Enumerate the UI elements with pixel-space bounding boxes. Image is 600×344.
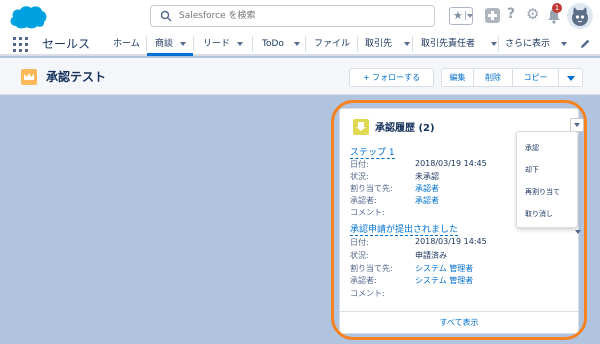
notification-badge: 1: [552, 3, 562, 13]
record-header: 承認テスト + フォローする 編集 削除 コピー: [0, 58, 600, 95]
nav-item-label: ToDo: [262, 39, 284, 49]
nav-item-label: さらに表示: [505, 39, 551, 49]
field-value: 申請済み: [415, 251, 447, 260]
more-actions-button[interactable]: [559, 68, 583, 87]
field-label: 割り当て先:: [350, 184, 393, 193]
approver-link[interactable]: システム 管理者: [415, 275, 473, 286]
nav-item-label: リード: [203, 39, 231, 49]
card-title: 承認履歴 (2): [375, 123, 435, 134]
field-label: コメント:: [350, 289, 385, 298]
global-header: ★ ? ⚙ 1: [0, 0, 600, 32]
follow-button[interactable]: + フォローする: [349, 68, 434, 87]
app-launcher-icon[interactable]: [13, 37, 28, 52]
nav-divider: [498, 36, 499, 52]
page-title: 承認テスト: [46, 70, 107, 84]
chevron-down-icon[interactable]: [294, 42, 300, 46]
nav-item-opportunities[interactable]: 商談: [147, 32, 193, 56]
nav-item-label: 取引先責任者: [421, 39, 476, 49]
nav-item-leads[interactable]: リード: [203, 32, 253, 56]
card-menu-button[interactable]: [570, 118, 584, 132]
nav-item-accounts[interactable]: 取引先: [365, 32, 412, 56]
chevron-down-icon[interactable]: [575, 230, 581, 237]
delete-button[interactable]: 削除: [474, 68, 513, 87]
star-icon: ★: [453, 9, 463, 22]
global-actions-plus-icon[interactable]: [485, 8, 500, 23]
field-value: 2018/03/19 14:45: [415, 237, 487, 246]
nav-item-more[interactable]: さらに表示: [505, 32, 570, 56]
nav-divider: [252, 36, 253, 52]
favorites-button[interactable]: ★: [449, 7, 473, 25]
copy-button[interactable]: コピー: [513, 68, 559, 87]
field-label: 状況:: [350, 251, 369, 260]
card-footer: すべて表示: [340, 311, 578, 333]
chevron-down-icon[interactable]: [491, 42, 497, 46]
assignee-link[interactable]: 承認者: [415, 183, 439, 194]
nav-item-label: 取引先: [365, 39, 393, 49]
approval-actions-menu: 承認 却下 再割り当て 取り消し: [516, 131, 578, 228]
chevron-down-icon: [465, 11, 473, 20]
nav-item-contacts[interactable]: 取引先責任者: [421, 32, 499, 56]
edit-button[interactable]: 編集: [441, 68, 474, 87]
step-link[interactable]: 承認申請が提出されました: [350, 222, 459, 236]
field-label: 割り当て先:: [350, 264, 393, 273]
navigation-bar: セールス ホーム 商談 リード ToDo ファイル 取引先 取引先責任者 さらに…: [0, 32, 600, 56]
nav-item-label: ホーム: [113, 39, 140, 49]
field-value: 2018/03/19 14:45: [415, 159, 487, 168]
nav-item-label: ファイル: [314, 39, 351, 49]
menu-item-approve[interactable]: 承認: [525, 143, 539, 153]
help-icon[interactable]: ?: [507, 6, 521, 24]
assignee-link[interactable]: システム 管理者: [415, 263, 473, 274]
chevron-down-icon[interactable]: [561, 42, 567, 46]
search-input[interactable]: [179, 8, 429, 24]
global-search[interactable]: [150, 5, 435, 27]
nav-item-home[interactable]: ホーム: [113, 32, 140, 56]
pencil-icon[interactable]: [579, 38, 591, 50]
field-label: 状況:: [350, 172, 369, 181]
menu-item-recall[interactable]: 取り消し: [525, 209, 553, 219]
menu-item-reject[interactable]: 却下: [525, 165, 539, 175]
nav-divider: [193, 36, 194, 52]
salesforce-logo[interactable]: [8, 4, 48, 30]
chevron-down-icon[interactable]: [404, 42, 410, 46]
nav-divider: [305, 36, 306, 52]
field-label: 承認者:: [350, 276, 377, 285]
nav-item-todo[interactable]: ToDo: [262, 32, 307, 56]
approval-icon: [353, 119, 369, 135]
field-label: 承認者:: [350, 196, 377, 205]
avatar[interactable]: [567, 3, 593, 29]
approver-link[interactable]: 承認者: [415, 195, 439, 206]
view-all-link[interactable]: すべて表示: [340, 317, 578, 328]
user-avatar-icon: [567, 3, 593, 29]
nav-divider: [412, 36, 413, 52]
crown-icon: [21, 69, 37, 85]
chevron-down-icon[interactable]: [180, 42, 186, 46]
app-name: セールス: [42, 37, 91, 51]
nav-item-label: 商談: [155, 39, 174, 49]
field-label: コメント:: [350, 208, 385, 217]
chevron-down-icon[interactable]: [237, 42, 243, 46]
gear-icon[interactable]: ⚙: [526, 5, 540, 23]
menu-item-reassign[interactable]: 再割り当て: [525, 187, 560, 197]
nav-item-files[interactable]: ファイル: [314, 32, 350, 56]
step-link[interactable]: ステップ 1: [350, 145, 395, 159]
nav-divider: [357, 36, 358, 52]
field-value: 未承認: [415, 172, 439, 181]
field-label: 日付:: [350, 238, 369, 247]
search-icon: [160, 10, 172, 22]
field-label: 日付:: [350, 160, 369, 169]
